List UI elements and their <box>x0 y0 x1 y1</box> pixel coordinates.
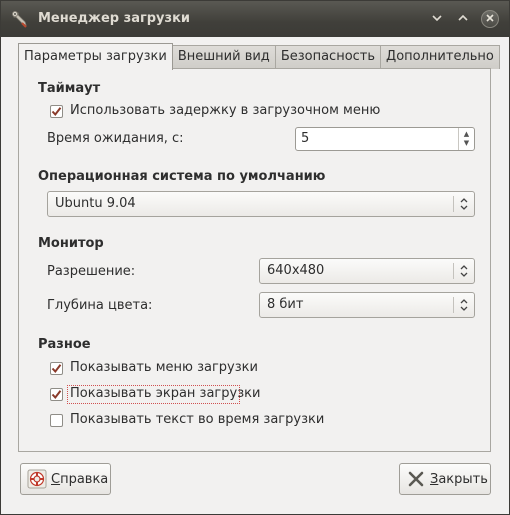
tab-security[interactable]: Безопасность <box>274 45 382 69</box>
show-menu-label[interactable]: Показывать меню загрузки <box>70 360 258 375</box>
combo-arrows-icon <box>460 265 468 277</box>
color-depth-value: 8 бит <box>267 297 304 312</box>
color-depth-label: Глубина цвета: <box>47 298 153 313</box>
help-button-label: Справка <box>51 471 109 487</box>
chevron-down-icon <box>432 13 442 25</box>
resolution-combobox[interactable]: 640x480 <box>259 258 475 284</box>
boot-manager-window: Менеджер загрузки Параметры загрузки Вне… <box>0 0 510 515</box>
tab-bar: Параметры загрузки Внешний вид Безопасно… <box>18 43 500 70</box>
close-button[interactable]: Закрыть <box>399 463 491 495</box>
spin-up-icon[interactable]: ▲ <box>464 130 469 139</box>
show-splash-label[interactable]: Показывать экран загрузки <box>70 386 260 401</box>
resolution-label: Разрешение: <box>47 264 136 279</box>
tab-advanced[interactable]: Дополнительно <box>380 45 500 69</box>
combo-separator <box>453 196 454 212</box>
checkmark-icon <box>51 107 62 117</box>
chevron-up-icon <box>458 13 468 25</box>
checkmark-icon <box>51 364 62 374</box>
default-os-section-title: Операционная система по умолчанию <box>38 169 326 184</box>
minimize-button[interactable] <box>428 10 446 28</box>
wrench-icon <box>11 10 29 28</box>
monitor-section-title: Монитор <box>38 236 104 251</box>
tab-boot-options[interactable]: Параметры загрузки <box>18 43 173 70</box>
use-delay-label[interactable]: Использовать задержку в загрузочном меню <box>70 103 380 118</box>
help-lifebuoy-icon <box>27 469 47 489</box>
wait-time-label: Время ожидания, с: <box>47 131 184 146</box>
boot-options-panel: Таймаут Использовать задержку в загрузоч… <box>18 68 491 452</box>
color-depth-combobox[interactable]: 8 бит <box>259 292 475 318</box>
maximize-button[interactable] <box>454 10 472 28</box>
close-button-label: Закрыть <box>430 471 488 487</box>
close-window-button[interactable] <box>481 10 499 28</box>
show-text-checkbox[interactable] <box>50 414 63 427</box>
resolution-value: 640x480 <box>267 263 325 278</box>
default-os-value: Ubuntu 9.04 <box>55 196 136 211</box>
wait-time-value[interactable]: 5 <box>301 131 309 146</box>
combo-separator <box>453 263 454 279</box>
close-icon <box>485 13 495 25</box>
window-title: Менеджер загрузки <box>38 11 191 26</box>
default-os-combobox[interactable]: Ubuntu 9.04 <box>47 191 475 217</box>
show-menu-checkbox[interactable] <box>50 362 63 375</box>
help-button[interactable]: Справка <box>20 463 111 495</box>
checkmark-icon <box>51 390 62 400</box>
title-bar[interactable]: Менеджер загрузки <box>1 1 509 37</box>
use-delay-checkbox[interactable] <box>50 105 63 118</box>
combo-separator <box>453 297 454 313</box>
spin-down-icon[interactable]: ▼ <box>464 139 469 148</box>
spin-arrows[interactable]: ▲ ▼ <box>458 128 474 150</box>
misc-section-title: Разное <box>38 337 91 352</box>
wait-time-spinbox[interactable]: 5 ▲ ▼ <box>295 127 475 151</box>
combo-arrows-icon <box>460 198 468 210</box>
tab-appearance[interactable]: Внешний вид <box>171 45 276 69</box>
combo-arrows-icon <box>460 299 468 311</box>
timeout-section-title: Таймаут <box>38 81 101 96</box>
close-icon <box>406 469 426 489</box>
show-text-label[interactable]: Показывать текст во время загрузки <box>70 412 324 427</box>
show-splash-checkbox[interactable] <box>50 388 63 401</box>
